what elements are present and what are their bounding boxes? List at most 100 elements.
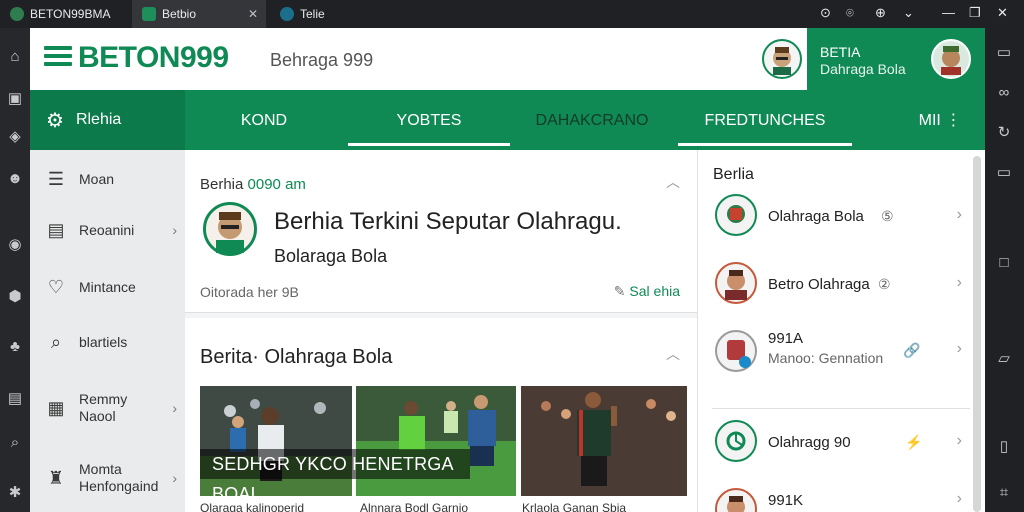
app-icon[interactable]: ▤ <box>6 390 24 408</box>
trending-icon: ⚡ <box>905 434 923 450</box>
news-thumbnail[interactable] <box>521 386 687 496</box>
list-item-subtitle: Manoo: Gennation <box>768 350 884 366</box>
article-tag[interactable]: ✎ Sal ehia <box>614 283 680 300</box>
avatar <box>715 194 757 236</box>
search-icon: ⌕ <box>50 331 62 352</box>
nav-item-more[interactable]: MII ⋮ <box>910 90 970 150</box>
sidebar-item-moan[interactable]: ☰ Moan <box>30 168 185 190</box>
sidebar-item-remmy-naool[interactable]: ▦ Remmy Naool › <box>30 390 185 426</box>
browser-tab-3[interactable]: Telie <box>270 0 390 28</box>
list-item-label: Olahraga Bola <box>768 208 864 225</box>
gear-icon: ⚙ <box>46 109 64 132</box>
window-icon[interactable]: ▭ <box>995 164 1013 182</box>
search-icon[interactable]: ⌕ <box>6 434 24 452</box>
left-app-strip: ⌂ ▣ ◈ ☻ ◉ ⬢ ♣ ▤ ⌕ ✱ <box>0 28 30 512</box>
list-item[interactable]: Olahraga Bola ⑤ › <box>698 194 970 242</box>
square-icon[interactable]: □ <box>995 254 1013 272</box>
chevron-right-icon: › <box>956 340 962 357</box>
sidebar-item-mintance[interactable]: ♡ Mintance <box>30 276 185 298</box>
list-item[interactable]: Olahragg 90 ⚡ › <box>698 420 970 468</box>
header-subtitle: Behraga 999 <box>270 50 374 70</box>
window-icon[interactable]: ▭ <box>995 44 1013 62</box>
list-item[interactable]: 991K › <box>698 486 970 512</box>
sidebar-item-reoanini[interactable]: ▤ Reoanini › <box>30 219 185 241</box>
site-logo[interactable]: BETON999 <box>78 41 229 75</box>
chevron-up-icon[interactable]: ︿ <box>666 344 680 364</box>
account-subtitle: Dahraga Bola <box>820 61 906 77</box>
site-header: BETON999 Behraga 999 BETIA Dahraga Bola <box>30 28 985 90</box>
count-badge: ② <box>878 276 891 292</box>
sidebar-item-blartiels[interactable]: ⌕ blartiels <box>30 331 185 353</box>
link-icon[interactable]: ∞ <box>995 84 1013 102</box>
nav-brand-label: Rlehia <box>75 111 122 128</box>
account-panel[interactable]: BETIA Dahraga Bola <box>807 28 985 90</box>
article-meta: Berhia 0090 am <box>200 176 306 193</box>
home-icon[interactable]: ⌂ <box>6 48 24 66</box>
chevron-down-icon[interactable]: ⌄ <box>903 5 914 21</box>
sidebar-item-label: Mintance <box>79 279 136 295</box>
avatar <box>715 488 757 512</box>
sidebar-item-label: Momta Henfongaind <box>79 461 159 494</box>
author-avatar <box>203 202 257 256</box>
news-thumbnail[interactable] <box>356 386 516 496</box>
site-favicon-icon <box>280 7 294 21</box>
article-category: Berhia <box>200 176 244 193</box>
chevron-right-icon: › <box>172 222 177 238</box>
list-item-label: Betro Olahraga <box>768 276 870 293</box>
avatar[interactable] <box>762 39 802 79</box>
app-icon[interactable]: ◉ <box>6 236 24 254</box>
chevron-up-icon[interactable]: ︿ <box>666 172 680 192</box>
link-icon: 🔗 <box>903 342 921 358</box>
globe-icon[interactable]: ⊕ <box>875 5 886 21</box>
chevron-right-icon: › <box>956 206 962 223</box>
wifi-icon[interactable]: ⌾ <box>846 5 854 21</box>
list-item[interactable]: 991A Manoo: Gennation 🔗 › <box>698 328 970 376</box>
tag-icon: ✎ <box>613 283 626 299</box>
account-name: BETIA <box>820 44 861 60</box>
file-icon[interactable]: ▯ <box>995 438 1013 456</box>
list-item[interactable]: Betro Olahraga ② › <box>698 262 970 310</box>
avatar <box>715 330 757 372</box>
thumbnail-caption[interactable]: Olaraga kalinoperid <box>200 501 304 512</box>
thumbnail-caption[interactable]: Alnnara Bodl Garnio <box>360 501 468 512</box>
user-avatar[interactable] <box>931 39 971 79</box>
shield-icon[interactable]: ⊙ <box>820 5 831 21</box>
maximize-icon[interactable]: ❐ <box>969 5 981 21</box>
featured-article-card[interactable]: Berhia 0090 am ︿ Berhia Terkini Seputar … <box>185 150 697 313</box>
football-photo-image <box>356 386 516 496</box>
sidebar-item-label: Reoanini <box>79 222 135 238</box>
app-icon[interactable]: ⬢ <box>6 288 24 306</box>
panel-heading: Berlia <box>713 166 754 183</box>
nav-item-dahakcrano[interactable]: DAHAKCRANO <box>530 90 654 150</box>
hook-icon[interactable]: ↻ <box>995 124 1013 142</box>
right-news-panel: Berlia Olahraga Bola ⑤ › Betro Olahraga … <box>697 150 985 512</box>
list-item-label: 991A <box>768 330 804 347</box>
browser-tab-2[interactable]: Betbio ✕ <box>132 0 266 28</box>
nav-item-yobtes[interactable]: YOBTES <box>348 90 510 150</box>
nav-item-fredtunches[interactable]: FREDTUNCHES <box>678 90 852 150</box>
sidebar-item-label: Moan <box>79 171 115 187</box>
app-icon[interactable]: ◈ <box>6 128 24 146</box>
sidebar-item-label: blartiels <box>79 334 128 350</box>
settings-icon[interactable]: ✱ <box>6 484 24 502</box>
app-icon[interactable]: ♣ <box>6 338 24 356</box>
thumbnail-caption[interactable]: Krlaola Ganan Sbia <box>522 501 626 512</box>
close-window-icon[interactable]: ✕ <box>997 5 1008 21</box>
list-item-label: 991K <box>768 492 804 509</box>
heart-icon: ♡ <box>47 276 65 297</box>
tag-icon[interactable]: ⌗ <box>995 484 1013 502</box>
app-icon[interactable]: ▣ <box>6 90 24 108</box>
screen-icon[interactable]: ▱ <box>995 350 1013 368</box>
article-title[interactable]: Berhia Terkini Seputar Olahragu. <box>274 208 622 236</box>
minimize-icon[interactable]: — <box>942 5 955 20</box>
section-heading: Berita· Olahraga Bola <box>200 346 393 368</box>
trophy-icon: ♜ <box>47 467 65 488</box>
scrollbar[interactable] <box>973 156 981 512</box>
browser-tab-1[interactable]: BETON99BMA <box>0 0 128 28</box>
site-favicon-icon <box>10 7 24 21</box>
nav-brand[interactable]: ⚙ Rlehia <box>30 90 185 150</box>
close-tab-icon[interactable]: ✕ <box>248 7 258 21</box>
nav-item-kond[interactable]: KOND <box>220 90 308 150</box>
app-icon[interactable]: ☻ <box>6 170 24 188</box>
sidebar-item-momta-henfongaind[interactable]: ♜ Momta Henfongaind › <box>30 460 185 496</box>
